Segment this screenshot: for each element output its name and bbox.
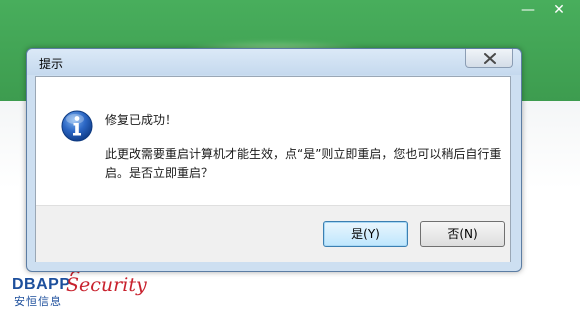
dialog-titlebar: 提示 [27,49,521,75]
logo-chinese-name: 安恒信息 [14,295,62,308]
dialog-client-area: 修复已成功！ 此更改需要重启计算机才能生效，点“是”则立即重启，您也可以稍后自行… [35,76,511,262]
message-title: 修复已成功！ [105,113,178,127]
no-button[interactable]: 否(N) [420,221,505,247]
background-close-button[interactable]: ✕ [541,0,577,20]
message-body: 此更改需要重启计算机才能生效，点“是”则立即重启，您也可以稍后自行重启。是否立即… [105,147,502,180]
info-icon [61,110,93,142]
message-dialog: 提示 修复已成功！ 此更改需要重启计算机才能生效，点“是”则立即重启，您也可以稍… [26,48,522,272]
dialog-close-button[interactable] [465,49,513,68]
background-minimize-button[interactable]: — [513,0,543,20]
dialog-button-bar: 是(Y) 否(N) [36,205,510,262]
message-content: 修复已成功！ 此更改需要重启计算机才能生效，点“是”则立即重启，您也可以稍后自行… [36,77,510,205]
close-icon [484,53,496,64]
logo-brand-text: DBAPP [12,276,71,293]
yes-button[interactable]: 是(Y) [323,221,408,247]
dbappsecurity-logo: DBAPP Security 安恒信息 [12,270,147,310]
dialog-title: 提示 [39,57,64,71]
